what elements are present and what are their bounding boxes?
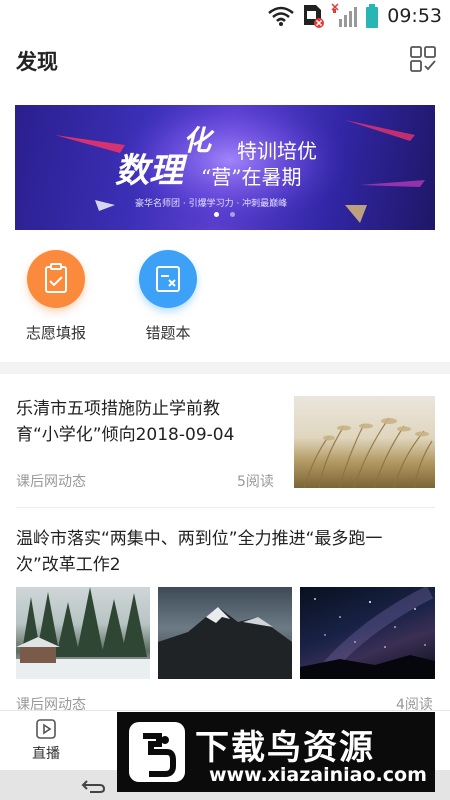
- banner-tagline: 豪华名师团 · 引爆学习力 · 冲刺最巅峰: [135, 199, 288, 209]
- article-thumbnail: [294, 396, 435, 488]
- article-read-count: 5阅读: [237, 474, 274, 490]
- row-separator: [16, 507, 435, 508]
- wrong-question-book-icon: [139, 250, 197, 308]
- article-image: [16, 587, 150, 679]
- article-title-line: 温岭市落实“两集中、两到位”全力推进“最多跑一: [16, 529, 383, 549]
- quick-entry-label: 错题本: [145, 324, 191, 342]
- article-source: 课后网动态: [16, 474, 86, 490]
- article-image: [300, 587, 435, 679]
- banner-headline-main: 数理: [115, 143, 183, 192]
- section-divider: [0, 362, 450, 374]
- back-icon[interactable]: [78, 775, 106, 795]
- article-title: 乐清市五项措施防止学前教 育“小学化”倾向2018-09-04: [16, 396, 276, 448]
- wifi-icon: [268, 6, 295, 26]
- watermark-logo: [129, 722, 185, 782]
- banner-dot[interactable]: [230, 212, 235, 217]
- article-image: [158, 587, 292, 679]
- promo-banner[interactable]: 数理 化 特训培优 “营”在暑期 豪华名师团 · 引爆学习力 · 冲刺最巅峰: [15, 105, 435, 230]
- signal-icon: [331, 3, 358, 27]
- banner-headline-d: “营”在暑期: [201, 165, 302, 189]
- article-title-line: 乐清市五项措施防止学前教: [16, 399, 220, 419]
- banner-dot-active[interactable]: [214, 212, 219, 217]
- scan-icon[interactable]: [410, 46, 436, 72]
- banner-headline-c: 特训培优: [237, 139, 317, 163]
- page-title: 发现: [16, 50, 58, 74]
- banner-headline-b: 化: [183, 124, 212, 157]
- watermark-title: 下载鸟资源: [195, 728, 375, 768]
- clipboard-check-icon: [27, 250, 85, 308]
- sim-card-icon: [304, 5, 325, 28]
- watermark-url: www.xiazainiao.com: [209, 764, 427, 786]
- article-title-line: 育“小学化”倾向2018-09-04: [16, 425, 235, 445]
- watermark-overlay: 下载鸟资源 www.xiazainiao.com: [117, 712, 435, 792]
- quick-entry-label: 志愿填报: [25, 324, 86, 342]
- status-bar: 09:53: [0, 0, 450, 32]
- live-video-icon: [36, 719, 56, 739]
- banner-headline-a: 数理: [115, 151, 183, 191]
- article-title-line: 次”改革工作2: [16, 555, 121, 575]
- tab-live[interactable]: 直播: [24, 717, 68, 763]
- page-header: 发现: [0, 32, 450, 88]
- article-title: 温岭市落实“两集中、两到位”全力推进“最多跑一 次”改革工作2: [16, 526, 436, 578]
- quick-entry-wrong-book[interactable]: 错题本: [128, 250, 208, 343]
- status-icons: 09:53: [267, 0, 450, 32]
- quick-entry-volunteer[interactable]: 志愿填报: [16, 250, 96, 343]
- battery-icon: [366, 4, 379, 28]
- status-time: 09:53: [387, 5, 442, 27]
- tab-live-label: 直播: [32, 746, 60, 762]
